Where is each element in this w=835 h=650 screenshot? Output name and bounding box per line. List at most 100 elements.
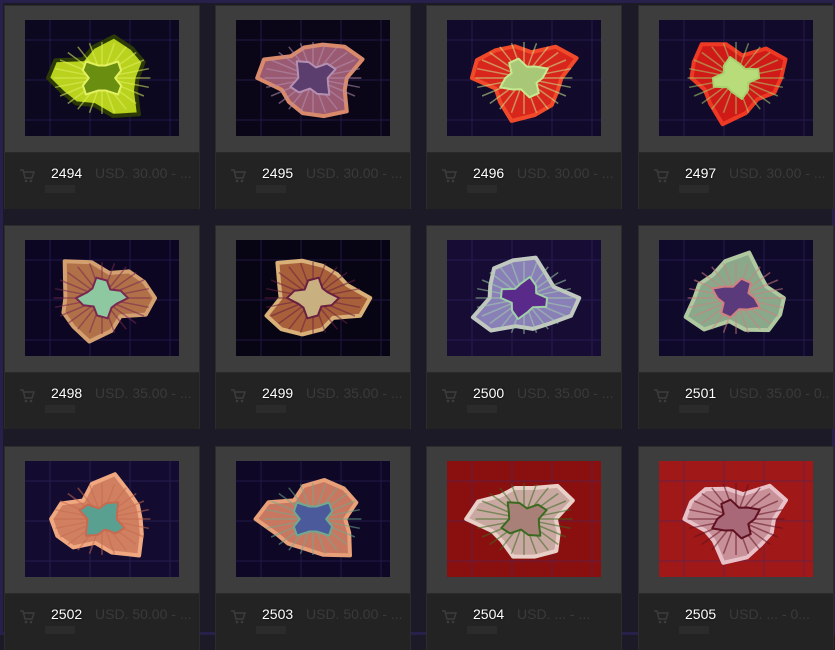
- product-code[interactable]: 2498: [51, 385, 82, 401]
- product-price: USD. 30.00 - ...: [95, 165, 192, 181]
- coral-image: [659, 461, 813, 577]
- stock-indicator: [679, 185, 709, 193]
- cart-icon[interactable]: [441, 169, 457, 183]
- product-price: USD. 50.00 - ...: [95, 606, 192, 622]
- product-image[interactable]: [447, 240, 601, 356]
- product-image[interactable]: [236, 240, 390, 356]
- product-image[interactable]: [25, 240, 179, 356]
- product-image[interactable]: [236, 461, 390, 577]
- product-card[interactable]: USD. 30.00 - ... 2495: [215, 5, 411, 209]
- thumbnail-frame: [216, 447, 410, 594]
- stock-indicator: [256, 185, 286, 193]
- product-card[interactable]: USD. ... - 0... 2505: [638, 446, 834, 650]
- product-price: USD. 30.00 - ...: [729, 165, 826, 181]
- product-code[interactable]: 2496: [473, 165, 504, 181]
- product-card[interactable]: USD. 35.00 - ... 2500: [426, 225, 622, 429]
- stock-indicator: [679, 626, 709, 634]
- product-price: USD. 30.00 - ...: [306, 165, 403, 181]
- cart-icon[interactable]: [653, 169, 669, 183]
- product-price: USD. 35.00 - ...: [517, 385, 614, 401]
- thumbnail-frame: [427, 447, 621, 594]
- product-code[interactable]: 2499: [262, 385, 293, 401]
- cart-icon[interactable]: [653, 389, 669, 403]
- cart-icon[interactable]: [230, 389, 246, 403]
- product-card[interactable]: USD. 35.00 - ... 2499: [215, 225, 411, 429]
- coral-image: [659, 20, 813, 136]
- product-code[interactable]: 2495: [262, 165, 293, 181]
- product-image[interactable]: [659, 240, 813, 356]
- product-meta: USD. 50.00 - ... 2503: [216, 594, 410, 650]
- stock-indicator: [45, 185, 75, 193]
- product-card[interactable]: USD. 50.00 - ... 2502: [4, 446, 200, 650]
- coral-image: [659, 240, 813, 356]
- product-card[interactable]: USD. 35.00 - ... 2498: [4, 225, 200, 429]
- product-code[interactable]: 2500: [473, 385, 504, 401]
- thumbnail-frame: [5, 226, 199, 373]
- product-card[interactable]: USD. 50.00 - ... 2503: [215, 446, 411, 650]
- product-code[interactable]: 2497: [685, 165, 716, 181]
- coral-image: [447, 461, 601, 577]
- thumbnail-frame: [639, 447, 833, 594]
- product-image[interactable]: [236, 20, 390, 136]
- product-image[interactable]: [447, 461, 601, 577]
- product-meta: USD. ... - ... 2504: [427, 594, 621, 650]
- cart-icon[interactable]: [19, 169, 35, 183]
- cart-icon[interactable]: [230, 610, 246, 624]
- coral-image: [447, 20, 601, 136]
- product-meta: USD. 30.00 - ... 2494: [5, 153, 199, 209]
- stock-indicator: [467, 185, 497, 193]
- product-code[interactable]: 2505: [685, 606, 716, 622]
- coral-image: [447, 240, 601, 356]
- product-card[interactable]: USD. 30.00 - ... 2497: [638, 5, 834, 209]
- product-image[interactable]: [659, 461, 813, 577]
- product-price: USD. ... - ...: [517, 606, 591, 622]
- product-meta: USD. 30.00 - ... 2497: [639, 153, 833, 209]
- product-image[interactable]: [447, 20, 601, 136]
- product-meta: USD. 35.00 - ... 2498: [5, 373, 199, 429]
- cart-icon[interactable]: [19, 389, 35, 403]
- product-image[interactable]: [25, 461, 179, 577]
- product-code[interactable]: 2504: [473, 606, 504, 622]
- product-code[interactable]: 2494: [51, 165, 82, 181]
- product-meta: USD. 35.00 - ... 2499: [216, 373, 410, 429]
- coral-image: [25, 240, 179, 356]
- product-meta: USD. 35.00 - ... 2500: [427, 373, 621, 429]
- cart-icon[interactable]: [653, 610, 669, 624]
- product-meta: USD. ... - 0... 2505: [639, 594, 833, 650]
- cart-icon[interactable]: [230, 169, 246, 183]
- product-price: USD. 50.00 - ...: [306, 606, 403, 622]
- coral-image: [236, 20, 390, 136]
- product-image[interactable]: [659, 20, 813, 136]
- product-card[interactable]: USD. 35.00 - 0... 2501: [638, 225, 834, 429]
- coral-image: [25, 20, 179, 136]
- thumbnail-frame: [427, 6, 621, 153]
- cart-icon[interactable]: [441, 610, 457, 624]
- stock-indicator: [467, 405, 497, 413]
- product-price: USD. 35.00 - 0...: [729, 385, 829, 401]
- product-image[interactable]: [25, 20, 179, 136]
- product-card[interactable]: USD. 30.00 - ... 2496: [426, 5, 622, 209]
- stock-indicator: [467, 626, 497, 634]
- thumbnail-frame: [216, 6, 410, 153]
- product-meta: USD. 35.00 - 0... 2501: [639, 373, 833, 429]
- product-price: USD. 35.00 - ...: [306, 385, 403, 401]
- cart-icon[interactable]: [441, 389, 457, 403]
- stock-indicator: [679, 405, 709, 413]
- product-meta: USD. 30.00 - ... 2495: [216, 153, 410, 209]
- stock-indicator: [256, 626, 286, 634]
- thumbnail-frame: [639, 226, 833, 373]
- product-meta: USD. 30.00 - ... 2496: [427, 153, 621, 209]
- product-price: USD. 30.00 - ...: [517, 165, 614, 181]
- product-card[interactable]: USD. ... - ... 2504: [426, 446, 622, 650]
- product-code[interactable]: 2501: [685, 385, 716, 401]
- thumbnail-frame: [5, 6, 199, 153]
- thumbnail-frame: [216, 226, 410, 373]
- product-code[interactable]: 2503: [262, 606, 293, 622]
- product-meta: USD. 50.00 - ... 2502: [5, 594, 199, 650]
- coral-image: [236, 240, 390, 356]
- cart-icon[interactable]: [19, 610, 35, 624]
- product-card[interactable]: USD. 30.00 - ... 2494: [4, 5, 200, 209]
- product-code[interactable]: 2502: [51, 606, 82, 622]
- stock-indicator: [45, 405, 75, 413]
- product-price: USD. 35.00 - ...: [95, 385, 192, 401]
